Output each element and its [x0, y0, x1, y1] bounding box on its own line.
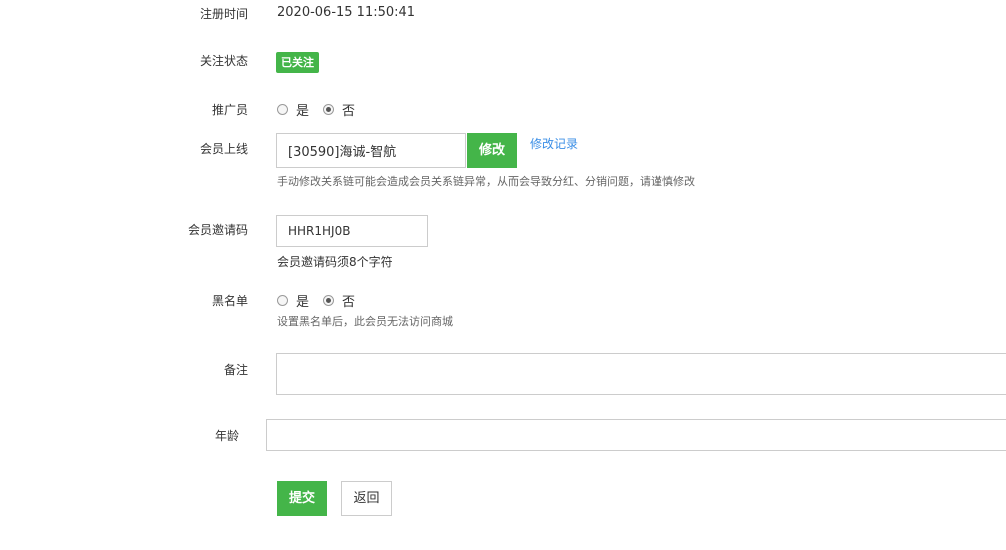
follow-status-label: 关注状态	[199, 54, 248, 68]
promoter-label: 推广员	[211, 103, 248, 117]
promoter-radio-group: 是 否	[277, 100, 369, 119]
blacklist-hint: 设置黑名单后，此会员无法访问商城	[277, 315, 453, 328]
invite-code-label: 会员邀请码	[187, 223, 248, 237]
register-time-value: 2020-06-15 11:50:41	[277, 5, 416, 20]
promoter-no-label[interactable]: 否	[342, 100, 355, 119]
remark-textarea[interactable]	[276, 353, 1006, 395]
blacklist-no-label[interactable]: 否	[342, 291, 355, 310]
upline-label: 会员上线	[199, 142, 248, 156]
register-time-label: 注册时间	[199, 7, 248, 21]
member-edit-form: 注册时间 2020-06-15 11:50:41 关注状态 已关注 推广员 是 …	[0, 0, 1006, 550]
modify-history-link[interactable]: 修改记录	[530, 135, 578, 152]
follow-status-badge: 已关注	[276, 52, 319, 73]
blacklist-label: 黑名单	[211, 294, 248, 308]
blacklist-yes-radio[interactable]	[277, 295, 288, 306]
invite-code-input[interactable]: HHR1HJ0B	[276, 215, 428, 247]
promoter-yes-radio[interactable]	[277, 104, 288, 115]
upline-modify-button[interactable]: 修改	[467, 133, 517, 168]
blacklist-yes-label[interactable]: 是	[296, 291, 309, 310]
promoter-yes-label[interactable]: 是	[296, 100, 309, 119]
upline-hint: 手动修改关系链可能会造成会员关系链异常，从而会导致分红、分销问题，请谨慎修改	[277, 175, 695, 188]
back-button[interactable]: 返回	[341, 481, 392, 516]
blacklist-no-radio[interactable]	[323, 295, 335, 306]
remark-label: 备注	[223, 363, 248, 377]
blacklist-radio-group: 是 否	[277, 291, 369, 310]
submit-button[interactable]: 提交	[277, 481, 327, 516]
age-label: 年龄	[214, 429, 239, 443]
age-input[interactable]	[266, 419, 1006, 451]
invite-code-hint: 会员邀请码须8个字符	[277, 255, 393, 269]
upline-input[interactable]: [30590]海诚-智航	[276, 133, 466, 168]
promoter-no-radio[interactable]	[323, 104, 335, 115]
